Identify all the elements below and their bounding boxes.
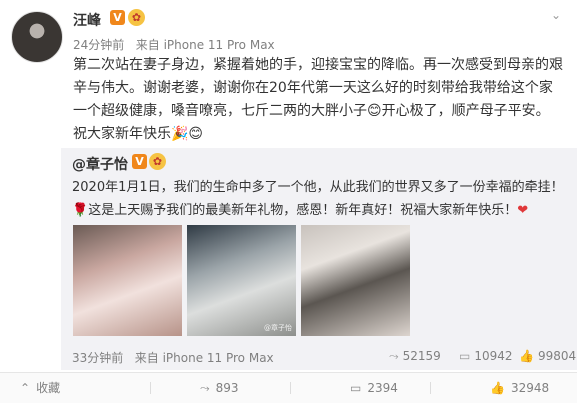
repost-photo-3[interactable] (301, 225, 410, 336)
post-time[interactable]: 24分钟前 (73, 38, 124, 52)
member-badge-icon: ✿ (128, 9, 145, 26)
comment-count: 10942 (474, 349, 513, 363)
like-count-stat[interactable]: 👍 99804 (519, 349, 576, 363)
divider (150, 382, 151, 394)
post-source: 来自 iPhone 11 Pro Max (135, 38, 275, 52)
member-badge-icon: ✿ (149, 153, 166, 170)
like-button[interactable]: 👍 32948 (490, 373, 549, 403)
repost-meta: 33分钟前 来自 iPhone 11 Pro Max (72, 349, 274, 366)
more-options-icon[interactable]: ⌄ (551, 8, 561, 22)
comment-icon: ▭ (459, 349, 471, 363)
photo-watermark: @章子怡 (264, 324, 292, 332)
divider (290, 382, 291, 394)
repost-icon: ⤳ (389, 349, 399, 363)
repost-count-stat[interactable]: ⤳ 52159 (389, 349, 441, 364)
repost-text-part1: 2020年1月1日，我们的生命中多了一个他，从此我们的世界又多了一份幸福的牵挂！ (72, 180, 564, 195)
comment-action-count: 2394 (367, 381, 398, 395)
repost-source: 来自 iPhone 11 Pro Max (134, 351, 274, 365)
collapse-label: 收藏 (36, 381, 61, 395)
author-name[interactable]: 汪峰 (73, 10, 101, 30)
heart-icon: ❤ (517, 203, 529, 218)
collapse-icon: ⌃ (20, 381, 31, 395)
repost-count: 52159 (402, 349, 441, 363)
repost-text: 2020年1月1日，我们的生命中多了一个他，从此我们的世界又多了一份幸福的牵挂！… (72, 176, 572, 222)
repost-photo-2[interactable]: @章子怡 (187, 225, 296, 336)
rose-icon: 🌹 (72, 203, 89, 218)
repost-text-part2: 这是上天赐予我们的最美新年礼物，感恩！新年真好！祝福大家新年快乐！ (88, 203, 518, 218)
like-icon: 👍 (519, 349, 534, 363)
verified-badge-icon: V (132, 154, 147, 169)
like-icon: 👍 (490, 381, 505, 395)
post-meta: 24分钟前 来自 iPhone 11 Pro Max (73, 36, 275, 53)
avatar[interactable] (11, 11, 63, 63)
repost-icon: ⤳ (200, 381, 210, 395)
repost-card: @章子怡 V ✿ 2020年1月1日，我们的生命中多了一个他，从此我们的世界又多… (61, 148, 577, 370)
repost-photo-1[interactable] (73, 225, 182, 336)
collapse-button[interactable]: ⌃ 收藏 (20, 373, 60, 403)
repost-author[interactable]: @章子怡 (72, 154, 128, 174)
post-text: 第二次站在妻子身边，紧握着她的手，迎接宝宝的降临。再一次感受到母亲的艰辛与伟大。… (73, 57, 563, 142)
comment-count-stat[interactable]: ▭ 10942 (459, 349, 513, 363)
comment-button[interactable]: ▭ 2394 (350, 373, 398, 403)
action-bar: ⌃ 收藏 ⤳ 893 ▭ 2394 👍 32948 (0, 372, 577, 403)
like-action-count: 32948 (510, 381, 550, 395)
like-count: 99804 (537, 349, 577, 363)
repost-action-count: 893 (215, 381, 239, 395)
repost-button[interactable]: ⤳ 893 (200, 373, 239, 403)
divider (430, 382, 431, 394)
verified-badge-icon: V (110, 10, 125, 25)
repost-time[interactable]: 33分钟前 (72, 351, 123, 365)
comment-icon: ▭ (350, 381, 362, 395)
